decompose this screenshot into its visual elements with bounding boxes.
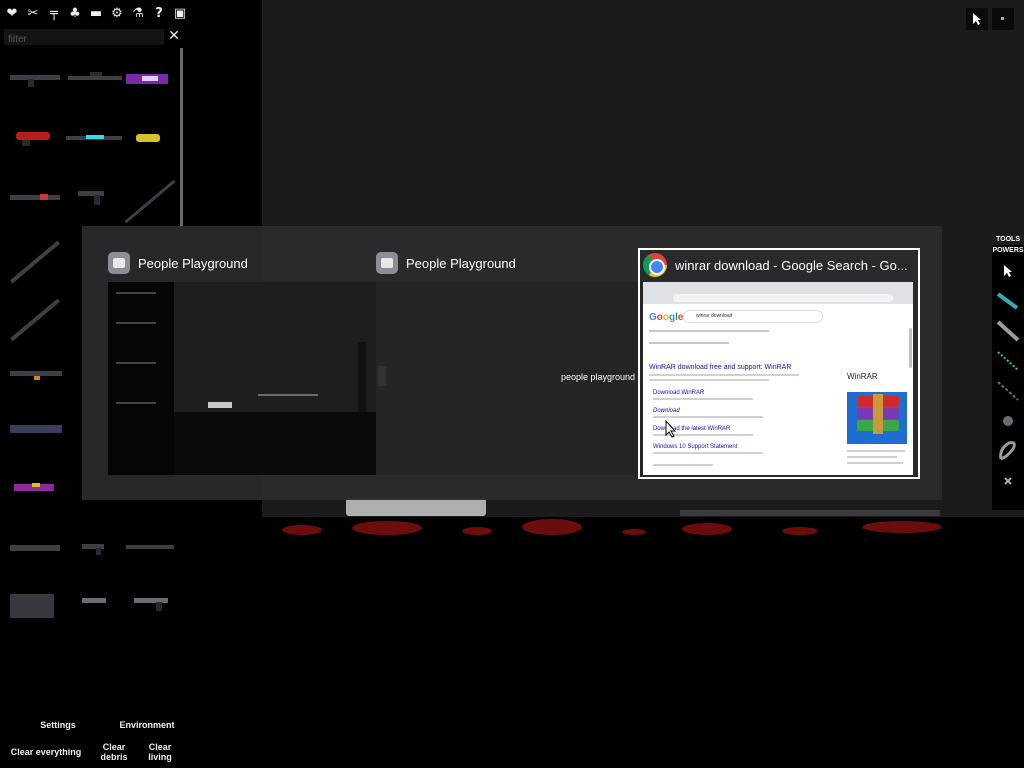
window-title: winrar download - Google Search - Go...	[675, 257, 908, 273]
minigun-item[interactable]	[10, 368, 62, 382]
environment-button[interactable]: Environment	[118, 720, 176, 730]
small-pistol-item[interactable]	[82, 596, 106, 610]
switcher-window-chrome[interactable]: winrar download - Google Search - Go... …	[638, 248, 920, 479]
red-blaster-item[interactable]	[12, 130, 54, 146]
switcher-window-people-playground-1[interactable]: People Playground	[104, 248, 386, 479]
google-search-box: winrar download	[683, 310, 823, 323]
catalog-scrollbar[interactable]	[180, 48, 183, 228]
flask-icon[interactable]: ⚗	[130, 4, 146, 22]
thumbnail-caption: people playground	[561, 372, 636, 382]
screen: ❤ ✂ ╤ ♣ ▬ ⚙ ⚗? ▣ ✕	[0, 0, 1024, 768]
laser-tool-icon[interactable]	[992, 346, 1024, 376]
clear-everything-button[interactable]: Clear everything	[10, 747, 82, 757]
cyan-blaster-item[interactable]	[66, 132, 122, 144]
google-logo: Google	[649, 312, 684, 323]
filter-box	[4, 29, 164, 48]
knowledge-panel-title: WinRAR	[847, 372, 878, 381]
ground-strip	[680, 510, 940, 516]
magnum-item[interactable]	[134, 596, 170, 612]
knife-tool-icon[interactable]	[992, 316, 1024, 346]
tools-panel: TOOLS POWERS	[992, 234, 1024, 510]
mouse-pointer-icon	[665, 420, 677, 438]
pistol-item[interactable]	[82, 542, 104, 556]
cursor-mode-button[interactable]	[966, 8, 988, 30]
result-link-2: Download WinRAR	[653, 390, 705, 396]
explosion-tool-icon[interactable]	[992, 406, 1024, 436]
clear-filter-icon[interactable]: ✕	[167, 28, 181, 44]
category-bar: ❤ ✂ ╤ ♣ ▬ ⚙ ⚗? ▣	[4, 4, 188, 22]
gear-icon[interactable]: ⚙	[109, 4, 125, 22]
vehicle-icon[interactable]: ▬	[88, 4, 104, 22]
chain-tool-icon[interactable]	[992, 376, 1024, 406]
settings-button[interactable]: Settings	[38, 720, 78, 730]
window-thumbnail: Google winrar download WinRAR download f…	[643, 282, 913, 475]
switcher-window-people-playground-2[interactable]: People Playground people playground	[372, 248, 654, 479]
ragdoll-debris	[346, 498, 486, 516]
bat-item[interactable]	[9, 238, 61, 286]
window-thumbnail: people playground	[376, 282, 646, 475]
firearm-icon[interactable]: ╤	[46, 4, 62, 22]
clear-living-button[interactable]: Clear living	[144, 742, 176, 762]
dot-icon	[1001, 17, 1004, 20]
result-link-5: Windows 10 Support Statement	[653, 444, 738, 450]
pipe-item[interactable]	[9, 296, 61, 344]
heart-icon[interactable]: ❤	[4, 4, 20, 22]
erase-tool-icon[interactable]	[992, 466, 1024, 496]
people-playground-app-icon	[376, 252, 398, 274]
filter-input[interactable]	[4, 31, 164, 48]
shotgun-item[interactable]	[126, 542, 174, 554]
yellow-blaster-item[interactable]	[132, 130, 166, 146]
window-thumbnail	[108, 282, 378, 475]
save-icon[interactable]: ▣	[172, 4, 188, 22]
revolver-item[interactable]	[78, 188, 106, 206]
cursor-tool-icon[interactable]	[992, 256, 1024, 286]
heavy-gun-item[interactable]	[10, 422, 62, 438]
plant-icon[interactable]: ♣	[67, 4, 83, 22]
tab-powers[interactable]: POWERS	[992, 245, 1024, 256]
window-title: People Playground	[138, 255, 248, 271]
window-title: People Playground	[406, 255, 516, 271]
google-results-page: Google winrar download WinRAR download f…	[643, 304, 913, 475]
top-right-controls	[966, 8, 1014, 30]
bottom-menu: Settings Environment Clear everything Cl…	[0, 712, 190, 768]
browser-toolbar	[643, 282, 913, 304]
spear-item[interactable]	[124, 178, 176, 226]
grenade-launcher-item[interactable]	[10, 542, 60, 556]
window-header: People Playground	[372, 248, 654, 278]
tab-tools[interactable]: TOOLS	[992, 234, 1024, 245]
armor-item[interactable]	[10, 594, 54, 618]
result-link-3: Download	[653, 408, 680, 414]
game-floor	[262, 517, 1024, 768]
sniper-item[interactable]	[68, 72, 122, 86]
camera-mode-button[interactable]	[992, 8, 1014, 30]
launcher-item[interactable]	[10, 192, 60, 204]
cursor-icon	[973, 13, 981, 25]
clear-debris-button[interactable]: Clear debris	[96, 742, 132, 762]
chrome-app-icon	[643, 253, 667, 277]
help-icon[interactable]: ?	[151, 4, 167, 22]
winrar-logo	[847, 392, 907, 444]
drag-tool-icon[interactable]	[992, 286, 1024, 316]
rifle-item[interactable]	[10, 72, 60, 87]
result-link-1: WinRAR download free and support: WinRAR	[649, 364, 792, 371]
window-header: winrar download - Google Search - Go...	[640, 250, 918, 280]
rope-tool-icon[interactable]	[992, 436, 1024, 466]
window-header: People Playground	[104, 248, 386, 278]
people-playground-app-icon	[108, 252, 130, 274]
window-switcher: People Playground People Playground peop…	[82, 226, 942, 500]
pink-cannon-item[interactable]	[14, 480, 54, 496]
energy-rifle-item[interactable]	[126, 72, 176, 86]
melee-icon[interactable]: ✂	[25, 4, 41, 22]
